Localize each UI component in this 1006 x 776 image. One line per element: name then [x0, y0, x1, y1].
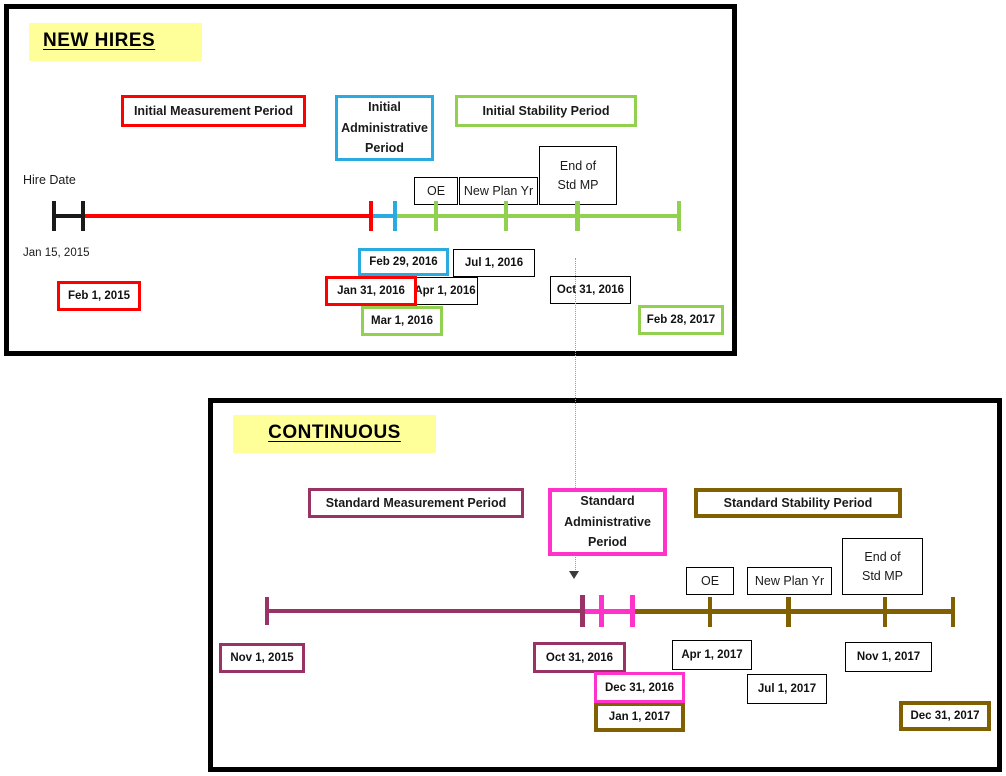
- date-box-mar-1-2016-label: Mar 1, 2016: [370, 315, 433, 327]
- date-box-jul-1-2016: Jul 1, 2016: [453, 249, 535, 277]
- date-box-jan-1-2017-label: Jan 1, 2017: [608, 711, 671, 723]
- legend-initial-stability-period: Initial Stability Period: [455, 95, 637, 127]
- tick-dec-31-2016: [630, 595, 635, 627]
- timeline-diagram: NEW HIRES Initial Measurement Period Ini…: [0, 0, 1006, 776]
- legend-standard-measurement-period-label: Standard Measurement Period: [325, 495, 507, 510]
- marker-oe-continuous-label: OE: [700, 573, 720, 588]
- date-box-feb-29-2016-label: Feb 29, 2016: [369, 256, 438, 268]
- panel-title-continuous: CONTINUOUS: [233, 415, 436, 453]
- tick-dec-31-2017: [951, 597, 955, 627]
- segment-initial-measurement-period: [83, 214, 371, 218]
- tick-jan-15-2015: [52, 201, 56, 231]
- marker-new-plan-yr-continuous: New Plan Yr: [747, 567, 832, 595]
- date-box-oct-31-2016-label: Oct 31, 2016: [545, 651, 614, 664]
- marker-oe-new-hires-label: OE: [426, 183, 446, 198]
- legend-standard-administrative-period-label: Standard Administrative Period: [564, 494, 651, 550]
- panel-title-new-hires-text: NEW HIRES: [43, 30, 156, 51]
- date-box-dec-31-2017-label: Dec 31, 2017: [910, 710, 980, 722]
- legend-initial-measurement-period: Initial Measurement Period: [121, 95, 306, 127]
- marker-new-plan-yr-new-hires: New Plan Yr: [459, 177, 538, 205]
- panel-new-hires: NEW HIRES Initial Measurement Period Ini…: [4, 4, 737, 356]
- segment-standard-stability-period: [634, 609, 955, 614]
- tick-feb-29-2016: [393, 201, 397, 231]
- date-box-feb-1-2015-label: Feb 1, 2015: [67, 290, 130, 302]
- hire-date-value: Jan 15, 2015: [23, 247, 90, 259]
- date-box-nov-1-2015-label: Nov 1, 2015: [230, 652, 294, 664]
- panel-continuous: CONTINUOUS Standard Measurement Period S…: [208, 398, 1002, 772]
- legend-initial-administrative-period-label: Initial Administrative Period: [341, 100, 428, 156]
- hire-date-label: Hire Date: [23, 173, 76, 187]
- date-box-apr-1-2017-label: Apr 1, 2017: [681, 649, 743, 661]
- tick-feb-28-2017: [677, 201, 681, 231]
- date-box-feb-28-2017: Feb 28, 2017: [638, 305, 724, 335]
- legend-initial-administrative-period: Initial Administrative Period: [335, 95, 434, 161]
- date-box-feb-1-2015: Feb 1, 2015: [57, 281, 141, 311]
- date-box-nov-1-2015: Nov 1, 2015: [219, 643, 305, 673]
- date-box-apr-1-2016: Apr 1, 2016: [412, 277, 478, 305]
- tick-oct-31-2016: [575, 201, 580, 231]
- date-box-mar-1-2016: Mar 1, 2016: [361, 306, 443, 336]
- date-box-jul-1-2017: Jul 1, 2017: [747, 674, 827, 704]
- date-box-jan-1-2017: Jan 1, 2017: [594, 702, 685, 732]
- marker-end-of-std-mp-new-hires: End of Std MP: [539, 146, 617, 205]
- date-box-feb-28-2017-label: Feb 28, 2017: [646, 314, 716, 326]
- tick-oct-31-2016: [580, 595, 585, 627]
- tick-nov-1-2015: [265, 597, 269, 625]
- segment-hire-date: [53, 214, 83, 218]
- date-box-jan-31-2016: Jan 31, 2016: [325, 276, 417, 306]
- date-box-nov-1-2017-label: Nov 1, 2017: [856, 651, 921, 663]
- date-box-dec-31-2016: Dec 31, 2016: [594, 672, 685, 703]
- date-box-nov-1-2017: Nov 1, 2017: [845, 642, 932, 672]
- date-box-oct-31-2016: Oct 31, 2016: [550, 276, 631, 304]
- segment-standard-administrative-period: [582, 609, 634, 614]
- tick-nov-1-2016: [599, 595, 604, 627]
- legend-standard-stability-period-label: Standard Stability Period: [723, 495, 873, 510]
- marker-end-of-std-mp-new-hires-label: End of Std MP: [557, 158, 599, 192]
- tick-jul-1-2017: [786, 597, 791, 627]
- legend-standard-stability-period: Standard Stability Period: [694, 488, 902, 518]
- marker-new-plan-yr-continuous-label: New Plan Yr: [754, 573, 825, 588]
- date-box-oct-31-2016: Oct 31, 2016: [533, 642, 626, 673]
- date-box-dec-31-2016-label: Dec 31, 2016: [604, 681, 675, 694]
- legend-initial-stability-period-label: Initial Stability Period: [482, 103, 610, 118]
- tick-feb-1-2015: [81, 201, 85, 231]
- date-box-dec-31-2017: Dec 31, 2017: [899, 701, 991, 731]
- tick-apr-1-2016: [434, 201, 438, 231]
- date-box-jul-1-2016-label: Jul 1, 2016: [464, 257, 524, 269]
- marker-end-of-std-mp-continuous-label: End of Std MP: [862, 549, 903, 583]
- date-box-feb-29-2016: Feb 29, 2016: [358, 248, 449, 276]
- legend-standard-administrative-period: Standard Administrative Period: [548, 488, 667, 556]
- tick-nov-1-2017: [883, 597, 887, 627]
- date-box-jul-1-2017-label: Jul 1, 2017: [757, 683, 817, 695]
- legend-initial-measurement-period-label: Initial Measurement Period: [133, 103, 294, 118]
- panel-title-continuous-text: CONTINUOUS: [268, 422, 401, 443]
- tick-jan-31-2016: [369, 201, 373, 231]
- segment-initial-administrative-period: [371, 214, 395, 218]
- date-box-jan-31-2016-label: Jan 31, 2016: [337, 285, 405, 297]
- marker-end-of-std-mp-continuous: End of Std MP: [842, 538, 923, 595]
- date-box-apr-1-2016-label: Apr 1, 2016: [414, 285, 476, 297]
- date-box-oct-31-2016-label: Oct 31, 2016: [556, 284, 625, 296]
- segment-standard-measurement-period: [266, 609, 582, 613]
- marker-new-plan-yr-new-hires-label: New Plan Yr: [463, 183, 534, 198]
- tick-apr-1-2017: [708, 597, 712, 627]
- panel-title-new-hires: NEW HIRES: [29, 23, 202, 61]
- marker-oe-continuous: OE: [686, 567, 734, 595]
- legend-standard-measurement-period: Standard Measurement Period: [308, 488, 524, 518]
- connector-arrow-icon: [569, 571, 579, 579]
- date-box-apr-1-2017: Apr 1, 2017: [672, 640, 752, 670]
- tick-jul-1-2016: [504, 201, 508, 231]
